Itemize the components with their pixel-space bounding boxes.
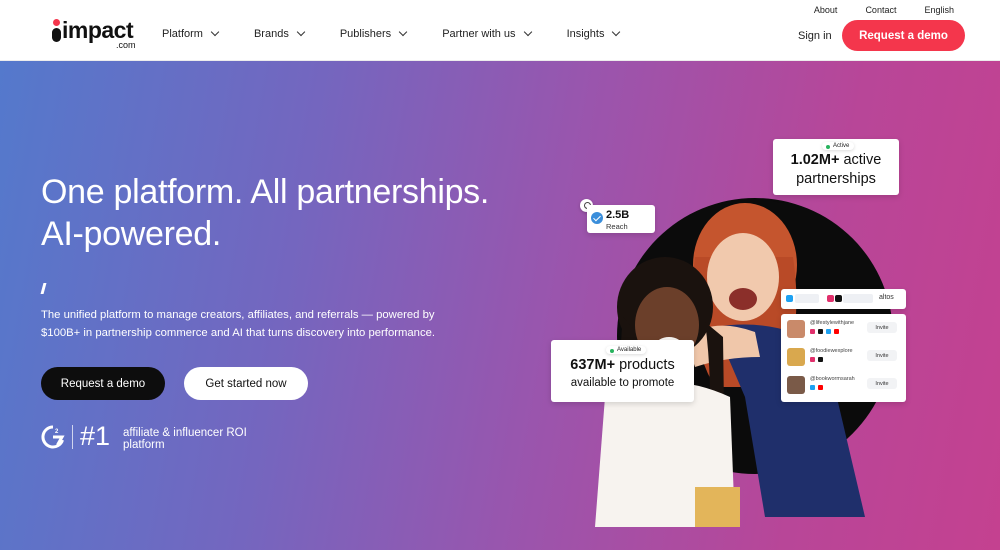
hero-section: One platform. All partnerships. AI-power…	[0, 61, 1000, 550]
reach-card: 2.5B Reach	[587, 205, 655, 233]
award-rank: #1	[80, 421, 111, 451]
g2-icon: 2	[41, 425, 65, 449]
nav-insights[interactable]: Insights	[567, 27, 621, 40]
creator-list-card: @lifestylewithjane Invite @foodiewexplor…	[781, 314, 906, 402]
svg-text:2: 2	[55, 429, 59, 435]
hero-request-demo-button[interactable]: Request a demo	[41, 367, 165, 400]
creator-row: @foodiewexplore Invite	[787, 347, 901, 369]
decorative-mark	[40, 283, 47, 294]
instagram-icon	[810, 329, 815, 334]
creator-handle: @lifestylewithjane	[810, 320, 855, 326]
hero-headline: One platform. All partnerships. AI-power…	[41, 173, 490, 253]
chevron-down-icon	[296, 27, 306, 37]
active-partnerships-text: 1.02M+ active partnerships	[790, 152, 882, 187]
award-divider	[72, 425, 73, 449]
filter-chip	[795, 294, 819, 303]
creator-row: @bookwormsarah Invite	[787, 375, 901, 397]
invite-button[interactable]: Invite	[867, 322, 897, 333]
chevron-down-icon	[210, 27, 220, 37]
nav-publishers[interactable]: Publishers	[340, 27, 408, 40]
creator-handle: @bookwormsarah	[810, 376, 855, 382]
twitter-icon	[826, 329, 831, 334]
avatar	[787, 348, 805, 366]
invite-button[interactable]: Invite	[867, 350, 897, 361]
avatar	[787, 376, 805, 394]
language-selector[interactable]: English	[924, 5, 954, 15]
logo-sub: .com	[116, 40, 136, 50]
products-text: 637M+ products available to promote	[570, 357, 675, 389]
utility-nav: About Contact English	[786, 5, 954, 15]
creator-handle: @foodiewexplore	[810, 348, 853, 354]
available-badge: Available	[606, 346, 647, 354]
site-header: impact .com Platform Brands Publishers P…	[0, 0, 1000, 61]
tiktok-icon	[835, 295, 842, 302]
chevron-down-icon	[523, 27, 532, 37]
request-demo-button[interactable]: Request a demo	[842, 20, 965, 51]
instagram-icon	[827, 295, 834, 302]
get-started-button[interactable]: Get started now	[184, 367, 308, 400]
search-term: altos	[879, 294, 894, 301]
verified-icon	[591, 212, 603, 224]
youtube-icon	[834, 329, 839, 334]
reach-value: 2.5B	[606, 209, 630, 221]
twitter-icon	[810, 385, 815, 390]
contact-link[interactable]: Contact	[865, 5, 896, 15]
invite-button[interactable]: Invite	[867, 378, 897, 389]
nav-brands[interactable]: Brands	[254, 27, 306, 40]
filter-chip	[843, 294, 873, 303]
main-nav: Platform Brands Publishers Partner with …	[162, 27, 655, 40]
hero-description: The unified platform to manage creators,…	[41, 309, 436, 339]
tiktok-icon	[818, 357, 823, 362]
tiktok-icon	[818, 329, 823, 334]
award-label: affiliate & influencer ROI platform	[123, 427, 247, 451]
chevron-down-icon	[612, 27, 621, 37]
creator-search-bar: altos	[781, 289, 906, 309]
instagram-icon	[810, 357, 815, 362]
reach-label: Reach	[606, 222, 628, 231]
products-card: Available 637M+ products available to pr…	[551, 340, 694, 402]
avatar	[787, 320, 805, 338]
about-link[interactable]: About	[814, 5, 838, 15]
active-badge: Active	[822, 142, 855, 150]
youtube-icon	[818, 385, 823, 390]
active-partnerships-card: Active 1.02M+ active partnerships	[773, 139, 899, 195]
impact-logo[interactable]: impact .com	[50, 17, 140, 52]
nav-platform[interactable]: Platform	[162, 27, 220, 40]
chevron-down-icon	[398, 27, 408, 37]
creator-row: @lifestylewithjane Invite	[787, 319, 901, 341]
sign-in-link[interactable]: Sign in	[798, 30, 832, 42]
twitter-icon	[786, 295, 793, 302]
nav-partner-with-us[interactable]: Partner with us	[442, 27, 532, 40]
